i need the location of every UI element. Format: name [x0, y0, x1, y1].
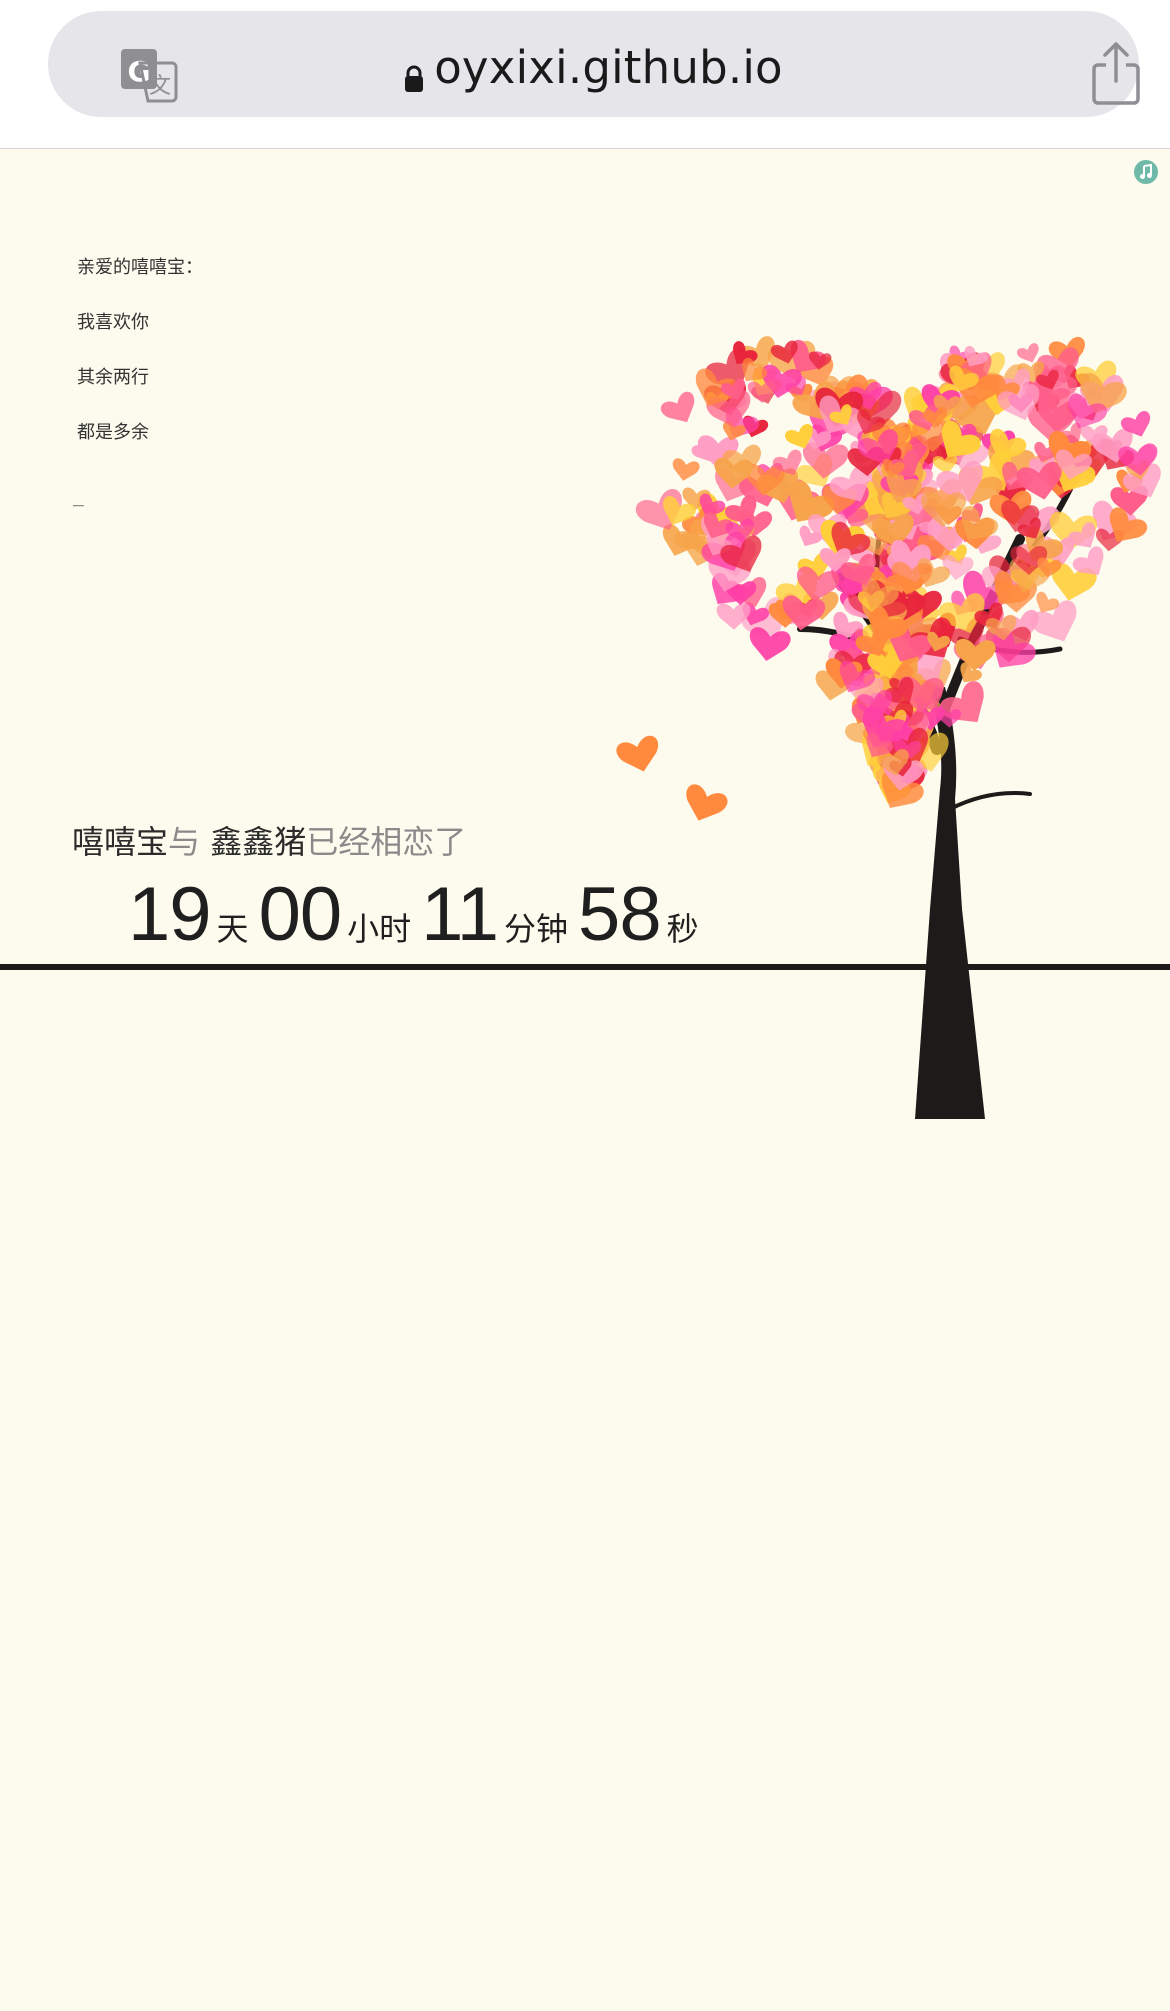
days-unit: 天 — [216, 910, 249, 948]
heart-tree-illustration — [616, 336, 1161, 1119]
address-bar[interactable]: G 文 oyxixi.github.io — [48, 11, 1140, 117]
browser-toolbar: G 文 oyxixi.github.io — [0, 0, 1170, 149]
share-icon[interactable] — [1088, 41, 1144, 107]
letter-line: 其余两行 — [77, 367, 149, 388]
falling-heart — [616, 735, 659, 772]
connector-text: 与 — [168, 823, 211, 861]
heart-leaves — [616, 336, 1161, 821]
typing-cursor: _ — [73, 486, 84, 507]
falling-heart — [686, 784, 728, 821]
together-caption: 嘻嘻宝与 鑫鑫猪已经相恋了 — [72, 817, 466, 863]
love-timer: 19 天 00 小时 11 分钟 58 秒 — [128, 871, 709, 958]
love-page: 亲爱的嘻嘻宝： 我喜欢你 其余两行 都是多余 _ 嘻嘻宝与 鑫鑫猪已经相恋了 1… — [0, 149, 1170, 2011]
letter-line: 都是多余 — [77, 422, 149, 443]
heart-leaf — [672, 458, 700, 481]
music-note-icon[interactable] — [1134, 160, 1158, 184]
days-value: 19 — [128, 872, 212, 957]
letter-line: 亲爱的嘻嘻宝： — [77, 257, 203, 278]
together-suffix: 已经相恋了 — [306, 823, 467, 861]
lock-icon — [404, 52, 424, 92]
minutes-value: 11 — [421, 872, 499, 957]
ground-line — [0, 964, 1170, 970]
minutes-unit: 分钟 — [504, 910, 569, 948]
seconds-value: 58 — [578, 872, 662, 957]
hours-unit: 小时 — [347, 910, 412, 948]
letter-line: 我喜欢你 — [77, 312, 149, 333]
seconds-unit: 秒 — [666, 910, 699, 948]
love-letter: 亲爱的嘻嘻宝： 我喜欢你 其余两行 都是多余 — [77, 257, 203, 477]
partner-name-2: 鑫鑫猪 — [210, 823, 307, 861]
hours-value: 00 — [258, 872, 343, 957]
url-text[interactable]: oyxixi.github.io — [434, 41, 783, 94]
heart-leaf — [660, 391, 695, 423]
partner-name-1: 嘻嘻宝 — [72, 823, 169, 861]
